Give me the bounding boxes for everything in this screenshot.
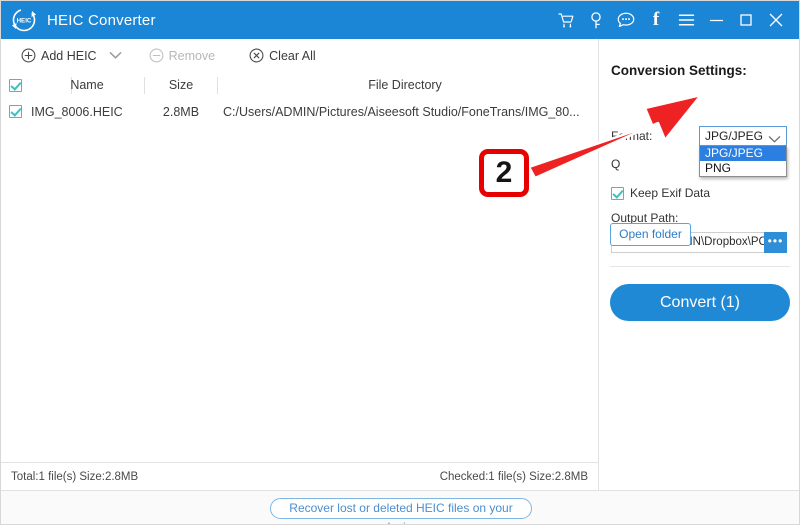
app-title: HEIC Converter <box>47 11 156 29</box>
cell-file-size: 2.8MB <box>162 105 200 119</box>
keep-exif-label: Keep Exif Data <box>630 186 711 200</box>
status-total: Total:1 file(s) Size:2.8MB <box>11 471 139 483</box>
annotation-step-badge: 2 <box>479 149 529 197</box>
chevron-down-icon <box>109 52 122 59</box>
toolbar: Add HEIC Remove Clear All <box>1 39 598 73</box>
row-checkbox-box <box>9 105 22 118</box>
column-header-directory[interactable]: File Directory <box>218 72 592 99</box>
facebook-icon[interactable]: f <box>641 1 671 40</box>
plus-circle-icon <box>21 48 36 63</box>
row-checkbox[interactable] <box>9 105 22 123</box>
format-select[interactable]: JPG/JPEG <box>699 126 787 146</box>
clear-all-button[interactable]: Clear All <box>243 40 322 72</box>
cart-icon[interactable] <box>551 1 581 39</box>
quality-label: Q <box>611 157 621 171</box>
column-header-size[interactable]: Size <box>145 72 217 99</box>
recover-files-button[interactable]: Recover lost or deleted HEIC files on yo… <box>270 498 532 524</box>
open-folder-button[interactable]: Open folder <box>610 223 691 246</box>
maximize-icon[interactable] <box>731 1 761 39</box>
heic-converter-window: HEIC HEIC Converter f Add HEIC Remove Cl… <box>0 0 800 525</box>
title-bar: HEIC HEIC Converter f <box>1 1 799 39</box>
close-circle-icon <box>249 48 264 63</box>
conversion-settings-panel: Conversion Settings: Format: JPG/JPEG JP… <box>599 39 799 490</box>
format-label: Format: <box>611 129 653 143</box>
remove-label: Remove <box>168 48 216 63</box>
add-heic-label: Add HEIC <box>41 48 97 63</box>
minus-circle-icon <box>149 48 164 63</box>
menu-icon[interactable] <box>671 1 701 39</box>
select-all-checkbox[interactable] <box>9 79 22 97</box>
format-option-png[interactable]: PNG <box>700 161 786 176</box>
cell-file-directory: C:/Users/ADMIN/Pictures/Aiseesoft Studio… <box>223 105 580 119</box>
convert-button[interactable]: Convert (1) <box>610 284 790 321</box>
table-row[interactable]: IMG_8006.HEIC 2.8MB C:/Users/ADMIN/Pictu… <box>1 99 598 125</box>
add-heic-dropdown-button[interactable] <box>103 40 129 72</box>
status-checked: Checked:1 file(s) Size:2.8MB <box>439 471 588 483</box>
browse-folder-button[interactable]: ••• <box>763 232 787 253</box>
keep-exif-row[interactable]: Keep Exif Data <box>611 186 710 200</box>
format-select-value: JPG/JPEG <box>705 129 764 143</box>
clear-all-label: Clear All <box>269 48 316 63</box>
status-bar: Total:1 file(s) Size:2.8MB Checked:1 fil… <box>1 462 598 491</box>
title-bar-controls: f <box>551 1 791 39</box>
add-heic-button[interactable]: Add HEIC <box>15 40 103 72</box>
format-dropdown-list: JPG/JPEG PNG <box>699 146 787 177</box>
remove-button: Remove <box>143 40 222 72</box>
panel-separator <box>610 266 790 267</box>
column-header-name[interactable]: Name <box>31 72 143 99</box>
format-option-jpg[interactable]: JPG/JPEG <box>700 146 786 161</box>
keep-exif-checkbox[interactable] <box>611 186 624 200</box>
app-logo-icon: HEIC <box>11 7 37 33</box>
select-all-checkbox-box <box>9 79 22 92</box>
cell-file-name: IMG_8006.HEIC <box>31 105 123 119</box>
chat-icon[interactable] <box>611 1 641 39</box>
svg-text:HEIC: HEIC <box>17 18 32 25</box>
close-icon[interactable] <box>761 1 791 39</box>
key-icon[interactable] <box>581 1 611 39</box>
file-list-header: Name Size File Directory <box>1 72 598 100</box>
minimize-icon[interactable] <box>701 1 731 39</box>
settings-title: Conversion Settings: <box>611 63 747 78</box>
